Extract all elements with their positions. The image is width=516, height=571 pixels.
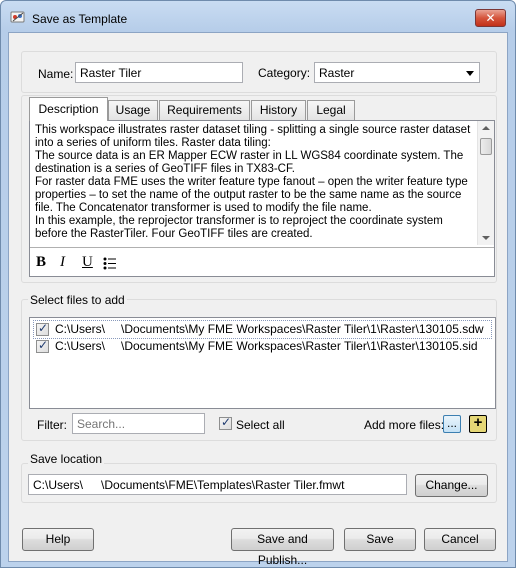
bullet-list-icon[interactable] bbox=[103, 257, 117, 270]
scroll-down-arrow-icon[interactable] bbox=[482, 236, 490, 240]
description-editor[interactable]: This workspace illustrates raster datase… bbox=[29, 120, 495, 277]
window-title: Save as Template bbox=[32, 12, 128, 26]
plus-icon: + bbox=[473, 414, 483, 431]
filter-label: Filter: bbox=[37, 418, 67, 432]
category-select[interactable]: Raster bbox=[314, 62, 480, 83]
file-path-end: \Documents\My FME Workspaces\Raster Tile… bbox=[121, 339, 478, 353]
category-label: Category: bbox=[258, 66, 311, 80]
tab-history[interactable]: History bbox=[251, 100, 306, 120]
select-files-label: Select files to add bbox=[28, 293, 127, 307]
description-line: In this example, the reprojector transfo… bbox=[35, 215, 443, 227]
description-text[interactable]: This workspace illustrates raster datase… bbox=[35, 124, 471, 241]
description-line: into a series of uniform tiles. Raster d… bbox=[35, 137, 271, 149]
file-path-end: \Documents\My FME Workspaces\Raster Tile… bbox=[121, 322, 484, 336]
file-checkbox[interactable]: ✓ bbox=[36, 338, 49, 353]
scroll-thumb[interactable] bbox=[480, 138, 492, 155]
fme-app-icon bbox=[10, 11, 25, 23]
title-bar[interactable]: Save as Template ✕ bbox=[1, 1, 515, 31]
name-input[interactable]: Raster Tiler bbox=[75, 62, 243, 83]
tab-description[interactable]: Description bbox=[29, 97, 108, 121]
save-location-input[interactable]: C:\Users\ \Documents\FME\Templates\Raster… bbox=[28, 474, 407, 495]
save-path-end: \Documents\FME\Templates\Raster Tiler.fm… bbox=[101, 478, 345, 492]
description-line: This workspace illustrates raster datase… bbox=[35, 124, 471, 136]
close-button[interactable]: ✕ bbox=[475, 9, 506, 27]
save-and-publish-button[interactable]: Save and Publish... bbox=[231, 528, 334, 567]
italic-button[interactable]: I bbox=[60, 254, 65, 271]
bold-button[interactable]: B bbox=[36, 254, 46, 271]
file-path-start: C:\Users\ bbox=[55, 322, 106, 336]
select-all-label: Select all bbox=[236, 418, 285, 432]
cancel-button[interactable]: Cancel bbox=[424, 528, 496, 551]
category-value: Raster bbox=[319, 66, 355, 80]
checkmark-icon: ✓ bbox=[38, 338, 49, 352]
chevron-down-icon bbox=[466, 71, 474, 76]
add-file-button[interactable]: + bbox=[469, 415, 487, 433]
underline-button[interactable]: U bbox=[82, 254, 93, 271]
scroll-up-arrow-icon[interactable] bbox=[482, 126, 490, 130]
help-button[interactable]: Help bbox=[22, 528, 94, 551]
add-more-files-label: Add more files: bbox=[364, 418, 445, 432]
checkmark-icon: ✓ bbox=[221, 415, 232, 429]
description-line: For raster data FME uses the writer feat… bbox=[35, 176, 468, 188]
description-line: before the RasterTiler. Four GeoTIFF til… bbox=[35, 228, 313, 240]
name-label: Name: bbox=[38, 67, 74, 81]
files-list[interactable]: ✓ C:\Users\ \Documents\My FME Workspaces… bbox=[29, 317, 496, 409]
tab-usage[interactable]: Usage bbox=[108, 100, 158, 120]
tab-requirements[interactable]: Requirements bbox=[159, 100, 250, 120]
description-scrollbar[interactable] bbox=[477, 121, 494, 245]
change-location-button[interactable]: Change... bbox=[415, 474, 488, 497]
file-checkbox[interactable]: ✓ bbox=[36, 321, 49, 336]
save-button[interactable]: Save bbox=[344, 528, 416, 551]
file-list-item[interactable]: ✓ C:\Users\ \Documents\My FME Workspaces… bbox=[33, 320, 492, 339]
format-toolbar: B I U bbox=[30, 247, 494, 276]
ellipsis-icon: ... bbox=[446, 416, 457, 430]
save-path-start: C:\Users\ bbox=[33, 478, 84, 492]
close-icon: ✕ bbox=[485, 11, 496, 25]
save-template-window: Save as Template ✕ Name: Raster Tiler Ca… bbox=[0, 0, 516, 568]
file-list-item[interactable]: ✓ C:\Users\ \Documents\My FME Workspaces… bbox=[34, 338, 491, 355]
file-path-start: C:\Users\ bbox=[55, 339, 106, 353]
description-line: file. The Concatenator transformer is us… bbox=[35, 202, 372, 214]
browse-files-button[interactable]: ... bbox=[443, 415, 461, 433]
save-location-label: Save location bbox=[28, 452, 105, 466]
tab-legal[interactable]: Legal bbox=[307, 100, 355, 120]
description-line: properties – to set the name of the outp… bbox=[35, 189, 462, 201]
checkmark-icon: ✓ bbox=[38, 321, 49, 335]
dialog-body: Name: Raster Tiler Category: Raster Desc… bbox=[8, 32, 508, 567]
select-all-checkbox[interactable]: ✓ bbox=[219, 415, 232, 430]
description-line: destination is a series of GeoTIFF files… bbox=[35, 163, 295, 175]
description-line: The source data is an ER Mapper ECW rast… bbox=[35, 150, 464, 162]
filter-search-input[interactable] bbox=[72, 413, 205, 434]
